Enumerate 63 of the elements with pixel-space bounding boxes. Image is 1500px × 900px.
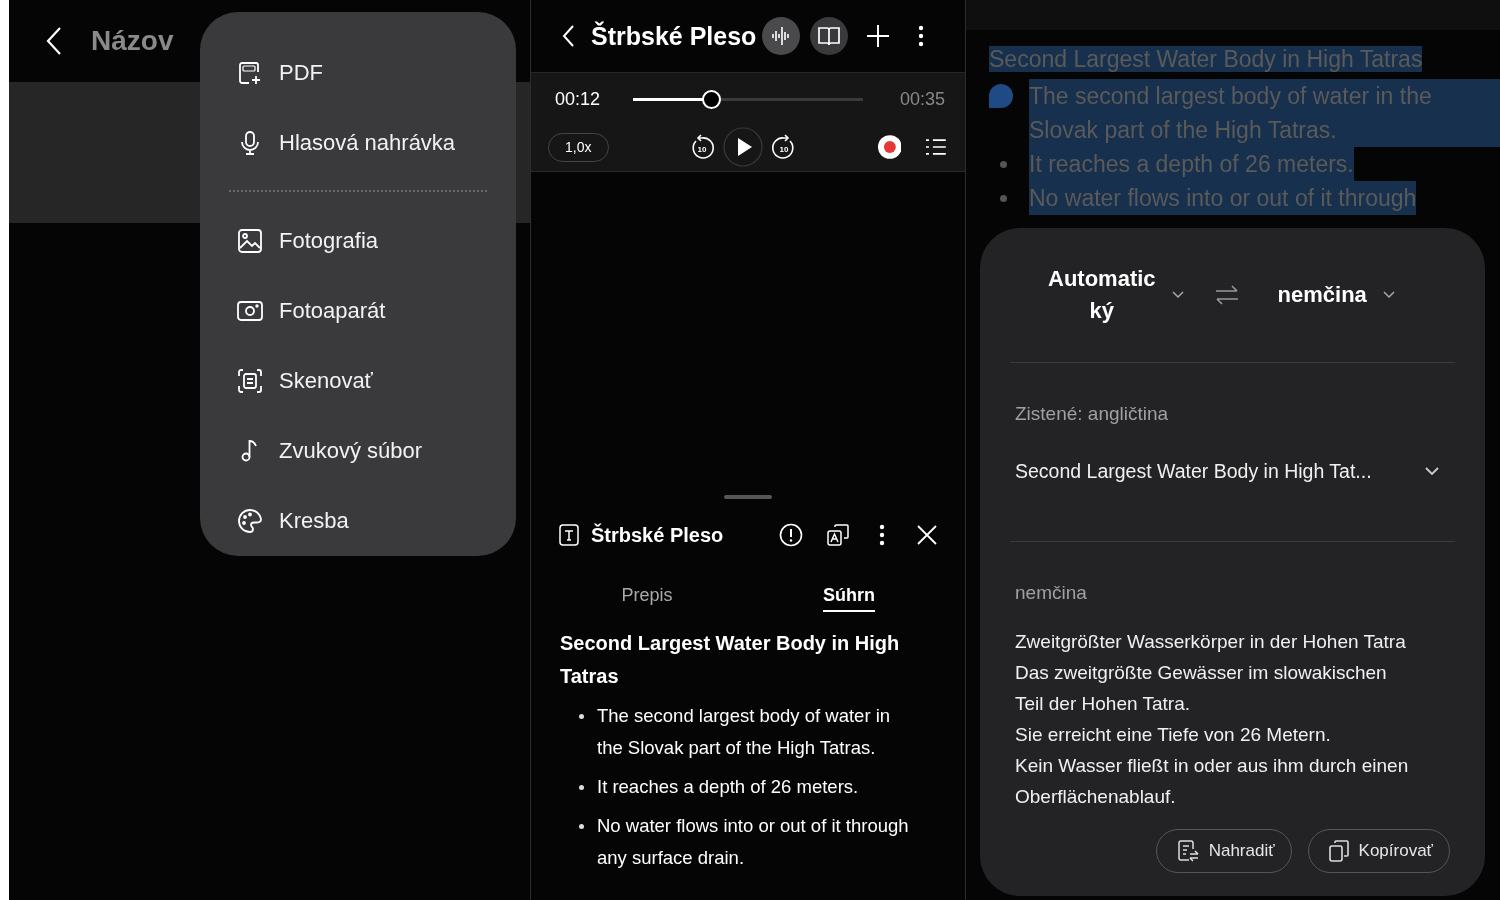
total-time: 00:35	[898, 88, 945, 110]
tab[interactable]: Prepis	[621, 580, 673, 612]
chevron-down-icon[interactable]	[1425, 466, 1439, 476]
plus-icon[interactable]	[866, 24, 891, 48]
more-icon[interactable]	[879, 524, 885, 546]
bullet-dot	[1000, 195, 1007, 202]
translate-icon[interactable]	[827, 524, 849, 546]
copy-icon	[1328, 840, 1349, 862]
pdf-file-icon	[237, 60, 263, 86]
summary-point: No water flows into or out of it through any surface drain.	[597, 814, 910, 870]
menu-item[interactable]: Fotoaparát	[200, 276, 516, 346]
translation-text: Kein Wasser fließt in oder aus ihm durch einen Oberflächenablauf.	[1015, 754, 1410, 809]
info-icon[interactable]	[779, 523, 803, 547]
elapsed-time: 00:12	[555, 88, 602, 110]
document-point: It reaches a depth of 26 meters.	[1029, 147, 1354, 181]
bullet-dot	[579, 785, 584, 790]
menu-item[interactable]: PDF	[200, 38, 516, 108]
book-icon[interactable]	[810, 17, 849, 55]
target-language-label: nemčina	[1015, 582, 1088, 604]
bullet-dot	[579, 824, 584, 829]
document-point: The second largest body of water in the Slovak part of the High Tatras.	[1029, 79, 1500, 147]
drag-handle[interactable]	[724, 495, 772, 499]
chevron-down-icon[interactable]	[1171, 291, 1184, 299]
image-icon	[237, 228, 263, 254]
back-icon[interactable]	[45, 26, 63, 56]
play-icon[interactable]	[722, 127, 763, 167]
waveform-icon[interactable]	[762, 17, 801, 55]
document-point: No water flows into or out of it through	[1029, 181, 1417, 215]
menu-item[interactable]: Zvukový súbor	[200, 416, 516, 486]
chevron-down-icon[interactable]	[1382, 291, 1395, 299]
menu-item[interactable]: Kresba	[200, 486, 516, 556]
translation-text: Sie erreicht eine Tiefe von 26 Metern.	[1015, 723, 1332, 747]
source-text: Second Largest Water Body in High Tat...	[1015, 459, 1372, 483]
scan-icon	[237, 368, 263, 394]
back-icon[interactable]	[561, 24, 575, 48]
summary-point: It reaches a depth of 26 meters.	[597, 775, 860, 799]
bullet-dot	[579, 714, 584, 719]
document-heading: Second Largest Water Body in High Tatras	[989, 46, 1423, 72]
tab[interactable]: Súhrn	[823, 580, 875, 612]
target-language[interactable]: nemčina	[1277, 282, 1367, 308]
camera-icon	[237, 298, 263, 324]
menu-item[interactable]: Fotografia	[200, 206, 516, 276]
translation-text: Das zweitgrößte Gewässer im slowakischen Teil der Hohen Tatra.	[1015, 661, 1388, 716]
menu-item[interactable]: Skenovať	[200, 346, 516, 416]
summary-title: Štrbské Pleso	[591, 523, 724, 547]
close-icon[interactable]	[917, 525, 937, 545]
source-language[interactable]: Automatic	[1048, 263, 1156, 295]
bullet-dot	[1000, 161, 1007, 168]
selection-handle[interactable]	[989, 84, 1013, 108]
list-icon[interactable]	[925, 138, 947, 156]
source-language[interactable]: ký	[1089, 295, 1114, 327]
swap-icon[interactable]	[1213, 285, 1240, 305]
record-icon[interactable]	[877, 135, 902, 159]
recording-title: Štrbské Pleso	[591, 21, 757, 51]
text-icon	[559, 524, 579, 546]
translation-text: Zweitgrößter Wasserkörper in der Hohen Tatra	[1015, 630, 1407, 654]
detected-language: Zistené: angličtina	[1015, 403, 1170, 425]
summary-heading: Second Largest Water Body in High Tatras	[560, 631, 901, 689]
summary-point: The second largest body of water in the Slovak part of the High Tatras.	[597, 704, 892, 760]
palette-icon	[237, 508, 263, 534]
note-title: Názov	[91, 25, 174, 57]
more-icon[interactable]	[918, 25, 925, 47]
replace-icon	[1176, 840, 1199, 862]
